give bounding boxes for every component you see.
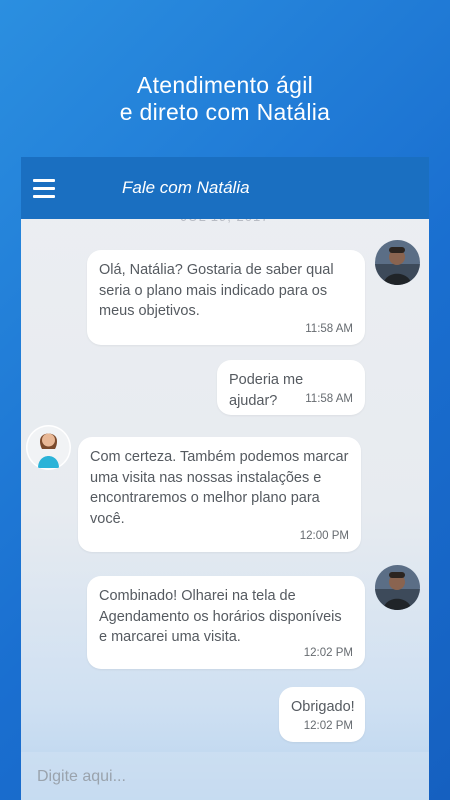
message-text: Combinado! Olharei na tela de Agendament… [99,588,342,645]
message-bubble-user: Obrigado! 12:02 PM [279,687,365,742]
promo-headline: Atendimento ágil e direto com Natália [0,72,450,126]
user-avatar [375,240,420,285]
message-bubble-user: Poderia me ajudar? 11:58 AM [217,360,365,415]
message-text: Obrigado! [291,699,355,715]
message-time: 11:58 AM [305,392,353,405]
message-text: Olá, Natália? Gostaria de saber qual ser… [99,262,334,319]
message-input[interactable] [35,762,419,792]
phone-screen: JUL 19, 2017 Fale com Natália Olá, Natál… [21,157,429,800]
message-bubble-user: Olá, Natália? Gostaria de saber qual ser… [87,250,365,345]
message-bubble-agent: Com certeza. Também podemos marcar uma v… [78,437,361,552]
chat-title: Fale com Natália [122,178,250,197]
app-bar: Fale com Natália [21,157,429,219]
message-time: 11:58 AM [305,322,353,335]
message-time: 12:02 PM [303,646,353,659]
promo-line-1: Atendimento ágil [136,72,314,98]
message-text: Com certeza. Também podemos marcar uma v… [90,449,349,527]
message-bubble-user: Combinado! Olharei na tela de Agendament… [87,576,365,669]
message-time: 12:02 PM [303,719,353,732]
promo-line-2: e direto com Natália [119,99,331,125]
message-input-bar [21,752,429,800]
message-time: 12:00 PM [299,529,349,542]
user-avatar [375,565,420,610]
agent-avatar [26,425,71,470]
hamburger-menu-icon[interactable] [33,179,55,198]
